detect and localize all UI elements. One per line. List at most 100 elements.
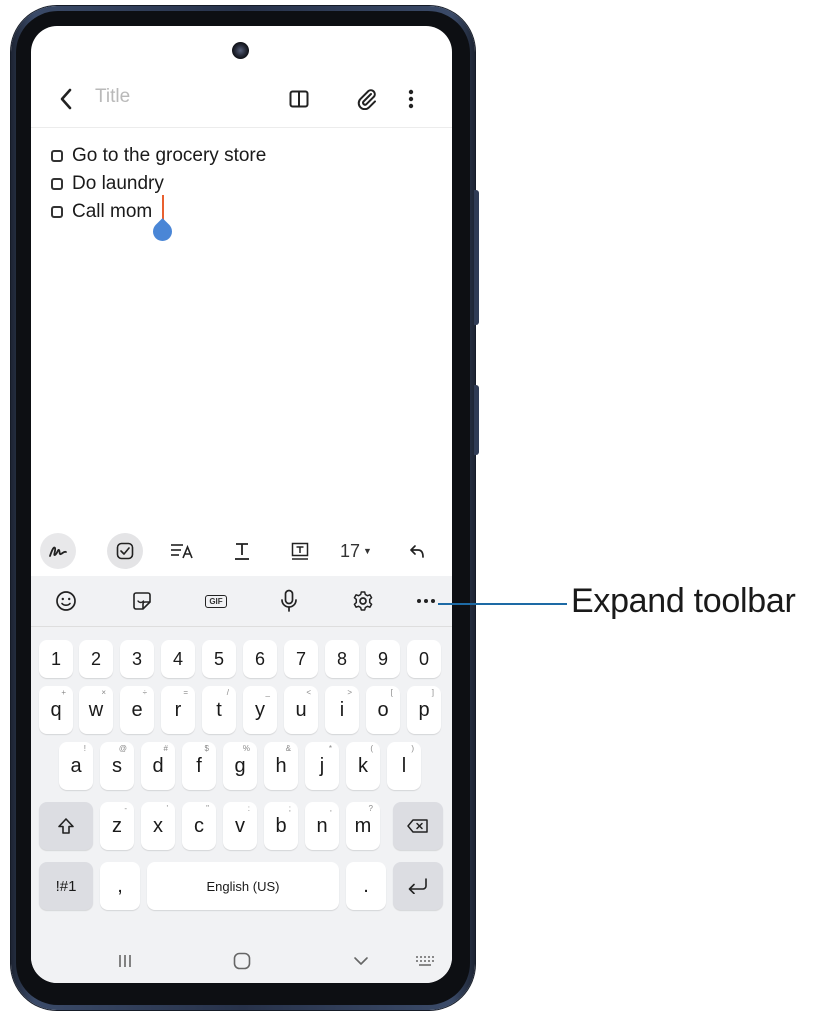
key-k[interactable]: (k <box>346 742 380 790</box>
key-a[interactable]: ! a <box>59 742 93 790</box>
key-z[interactable]: -z <box>100 802 134 850</box>
key-h[interactable]: & h <box>264 742 298 790</box>
checkbox[interactable] <box>51 206 63 218</box>
key-4[interactable]: 4 <box>161 640 195 678</box>
key-x[interactable]: ' x <box>141 802 175 850</box>
key-s[interactable]: @ s <box>100 742 134 790</box>
edit-toolbar: 17 ▼ <box>31 526 452 576</box>
home-button[interactable] <box>228 948 256 974</box>
keyboard-toolbar: GIF <box>31 576 452 626</box>
key-c[interactable]: " c <box>182 802 216 850</box>
key-0[interactable]: 0 <box>407 640 441 678</box>
key-8[interactable]: 8 <box>325 640 359 678</box>
text-box-button[interactable] <box>285 533 315 569</box>
key-6[interactable]: 6 <box>243 640 277 678</box>
font-size-dropdown[interactable]: 17 ▼ <box>336 533 376 569</box>
period-key[interactable]: . <box>346 862 386 910</box>
chevron-down-icon <box>354 957 368 965</box>
recents-button[interactable] <box>111 948 139 974</box>
keyboard-switch-button[interactable] <box>411 948 439 974</box>
key-1[interactable]: 1 <box>39 640 73 678</box>
key-e[interactable]: ÷ e <box>120 686 154 734</box>
navigation-bar <box>31 938 452 983</box>
key-5[interactable]: 5 <box>202 640 236 678</box>
key-y[interactable]: _ y <box>243 686 277 734</box>
key-j[interactable]: * j <box>305 742 339 790</box>
settings-icon <box>353 591 373 611</box>
dropdown-arrow-icon: ▼ <box>363 546 372 556</box>
checklist-item[interactable]: Go to the grocery store <box>51 142 266 170</box>
key-b[interactable]: ; b <box>264 802 298 850</box>
key-g[interactable]: % g <box>223 742 257 790</box>
chevron-left-icon <box>60 88 72 110</box>
text-format-button[interactable] <box>227 533 257 569</box>
key-p[interactable]: ] p <box>407 686 441 734</box>
checkbox[interactable] <box>51 178 63 190</box>
keyboard-icon <box>416 956 434 966</box>
key-3[interactable]: 3 <box>120 640 154 678</box>
hide-keyboard-button[interactable] <box>347 948 375 974</box>
phone-screen: Title Go to the grocery store Do laundry… <box>31 26 452 983</box>
gif-button[interactable]: GIF <box>199 584 233 618</box>
undo-icon <box>410 545 424 558</box>
symbols-key[interactable]: !#1 <box>39 862 93 910</box>
enter-key[interactable] <box>393 862 443 910</box>
key-w[interactable]: × w <box>79 686 113 734</box>
key-v[interactable]: :v <box>223 802 257 850</box>
key-2[interactable]: 2 <box>79 640 113 678</box>
checklist-item-text: Do laundry <box>72 173 164 194</box>
expand-toolbar-button[interactable] <box>409 584 443 618</box>
comma-key[interactable]: , <box>100 862 140 910</box>
key-7[interactable]: 7 <box>284 640 318 678</box>
key-9[interactable]: 9 <box>366 640 400 678</box>
text-style-button[interactable] <box>167 533 197 569</box>
backspace-icon <box>407 819 428 833</box>
handwriting-button[interactable] <box>40 533 76 569</box>
key-r[interactable]: = r <box>161 686 195 734</box>
backspace-key[interactable] <box>393 802 443 850</box>
text-format-icon <box>235 543 249 560</box>
front-camera <box>232 42 249 59</box>
key-q[interactable]: + q <box>39 686 73 734</box>
more-vertical-icon <box>408 89 414 109</box>
space-bar[interactable]: English (US) <box>147 862 339 910</box>
key-f[interactable]: $ f <box>182 742 216 790</box>
header-divider <box>31 127 452 128</box>
callout-line <box>438 603 567 605</box>
back-button[interactable] <box>53 82 79 116</box>
font-size-value: 17 <box>340 540 361 561</box>
key-d[interactable]: # d <box>141 742 175 790</box>
key-l[interactable]: ) l <box>387 742 421 790</box>
gif-label: GIF <box>209 596 223 606</box>
key-m[interactable]: ? m <box>346 802 380 850</box>
undo-button[interactable] <box>402 533 432 569</box>
keyboard-settings-button[interactable] <box>346 584 380 618</box>
sticker-button[interactable] <box>125 584 159 618</box>
key-i[interactable]: > i <box>325 686 359 734</box>
shift-key[interactable] <box>39 802 93 850</box>
book-icon <box>289 90 309 108</box>
note-body[interactable]: Go to the grocery store Do laundry Call … <box>51 142 266 226</box>
checkbox-button[interactable] <box>107 533 143 569</box>
volume-button <box>474 190 479 325</box>
power-button <box>474 385 479 455</box>
key-t[interactable]: / t <box>202 686 236 734</box>
key-n[interactable]: ,n <box>305 802 339 850</box>
recents-icon <box>119 955 131 967</box>
key-u[interactable]: < u <box>284 686 318 734</box>
handwriting-icon <box>49 546 67 557</box>
checklist-item[interactable]: Do laundry <box>51 170 266 198</box>
key-o[interactable]: [o <box>366 686 400 734</box>
emoji-button[interactable] <box>49 584 83 618</box>
reading-mode-button[interactable] <box>282 82 316 116</box>
checkbox[interactable] <box>51 150 63 162</box>
shift-icon <box>58 818 74 834</box>
voice-input-button[interactable] <box>272 584 306 618</box>
home-icon <box>233 952 251 970</box>
title-input[interactable]: Title <box>95 86 130 108</box>
text-style-icon <box>171 544 193 559</box>
checklist-item-text: Call mom <box>72 201 153 222</box>
attach-button[interactable] <box>350 82 384 116</box>
more-options-button[interactable] <box>394 82 428 116</box>
keyboard: GIF 1 2 3 4 5 6 7 8 9 0 + q × w ÷ e = r … <box>31 576 452 983</box>
